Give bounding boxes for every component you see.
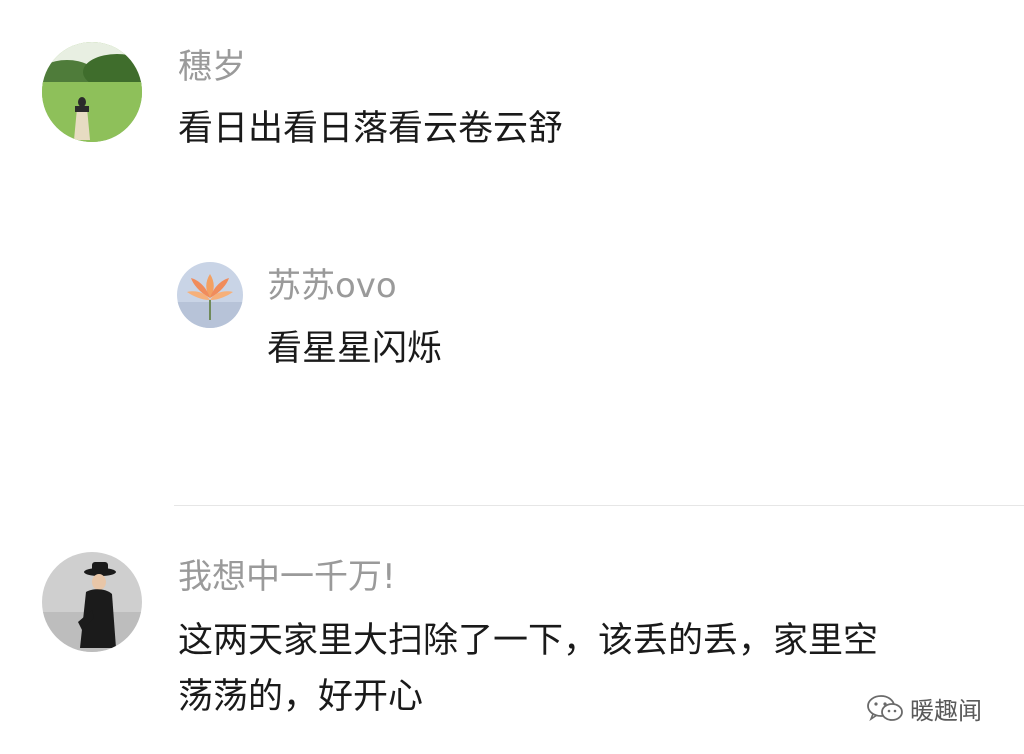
user-avatar[interactable]: [177, 262, 243, 328]
wechat-icon: [867, 695, 903, 722]
user-avatar[interactable]: [42, 552, 142, 652]
lotus-flower-avatar-image: [177, 262, 243, 328]
comment-text-line-1: 这两天家里大扫除了一下，该丢的丢，家里空: [178, 621, 879, 661]
comment-divider: [174, 505, 1024, 506]
comment-text: 看星星闪烁: [267, 329, 443, 369]
comment-text-line-2: 荡荡的，好开心: [178, 677, 424, 717]
woman-on-grass-avatar-image: [42, 42, 142, 142]
watermark-text: 暖趣闻: [910, 696, 982, 725]
woman-in-black-hat-avatar-image: [42, 552, 142, 652]
watermark: 暖趣闻: [866, 690, 982, 726]
comment-username[interactable]: 我想中一千万!: [178, 557, 396, 597]
comment-text: 看日出看日落看云卷云舒: [178, 109, 564, 149]
user-avatar[interactable]: [42, 42, 142, 142]
comment-username[interactable]: 苏苏ovo: [267, 266, 397, 306]
comment-username[interactable]: 穗岁: [178, 47, 246, 87]
